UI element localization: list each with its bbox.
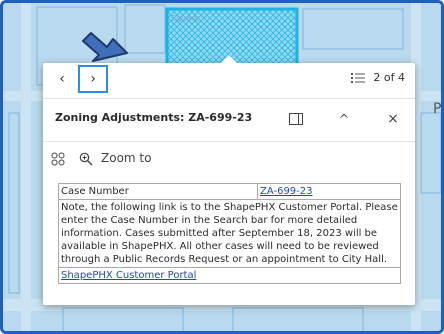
table-row: ShapePHX Customer Portal	[58, 267, 401, 284]
table-row: Note, the following link is to the Shape…	[58, 199, 401, 268]
table-row: Case Number ZA-699-23	[58, 183, 401, 200]
next-feature-button[interactable]: ›	[78, 65, 108, 93]
popup-header: Zoning Adjustments: ZA-699-23 ^ ×	[43, 103, 415, 133]
faded-map-label: Square	[171, 14, 199, 23]
portal-link-cell: ShapePHX Customer Portal	[58, 267, 401, 284]
feature-counter: 2 of 4	[373, 71, 405, 84]
divider	[43, 141, 415, 142]
feature-list-toggle[interactable]: 2 of 4	[351, 71, 405, 84]
screenshot-frame: Square P ‹ › 2 of 4 Zoning Adjustments: …	[0, 0, 444, 334]
case-number-label: Case Number	[58, 183, 258, 200]
attribute-table: Case Number ZA-699-23 Note, the followin…	[58, 183, 401, 284]
list-icon	[351, 72, 366, 83]
popup-title: Zoning Adjustments: ZA-699-23	[55, 111, 253, 124]
road	[21, 3, 31, 331]
note-text: Note, the following link is to the Shape…	[58, 199, 401, 268]
zoom-to-label: Zoom to	[101, 151, 152, 165]
collapse-button[interactable]: ^	[334, 109, 354, 129]
popup-nav-row: ‹ › 2 of 4	[43, 63, 415, 95]
close-icon: ×	[387, 111, 399, 127]
previous-feature-button[interactable]: ‹	[47, 65, 77, 93]
dock-button[interactable]	[286, 109, 306, 129]
chevron-right-icon: ›	[90, 71, 96, 87]
popup-panel: ‹ › 2 of 4 Zoning Adjustments: ZA-699-23	[43, 55, 415, 305]
divider	[43, 98, 415, 99]
popup-pointer	[221, 55, 237, 63]
case-number-link[interactable]: ZA-699-23	[260, 186, 313, 197]
shapephx-portal-link[interactable]: ShapePHX Customer Portal	[61, 270, 196, 281]
map-side-letter: P	[433, 101, 441, 117]
dock-icon	[289, 113, 303, 125]
actions-menu-button[interactable]	[48, 149, 68, 169]
popup-actions-row: Zoom to	[43, 146, 415, 172]
close-button[interactable]: ×	[383, 109, 403, 129]
zoom-to-button[interactable]: Zoom to	[77, 146, 167, 172]
chevron-up-icon: ^	[338, 112, 350, 126]
case-number-cell: ZA-699-23	[257, 183, 401, 200]
chevron-left-icon: ‹	[59, 71, 65, 87]
zoom-in-icon	[79, 152, 93, 166]
grid-icon	[51, 152, 65, 166]
